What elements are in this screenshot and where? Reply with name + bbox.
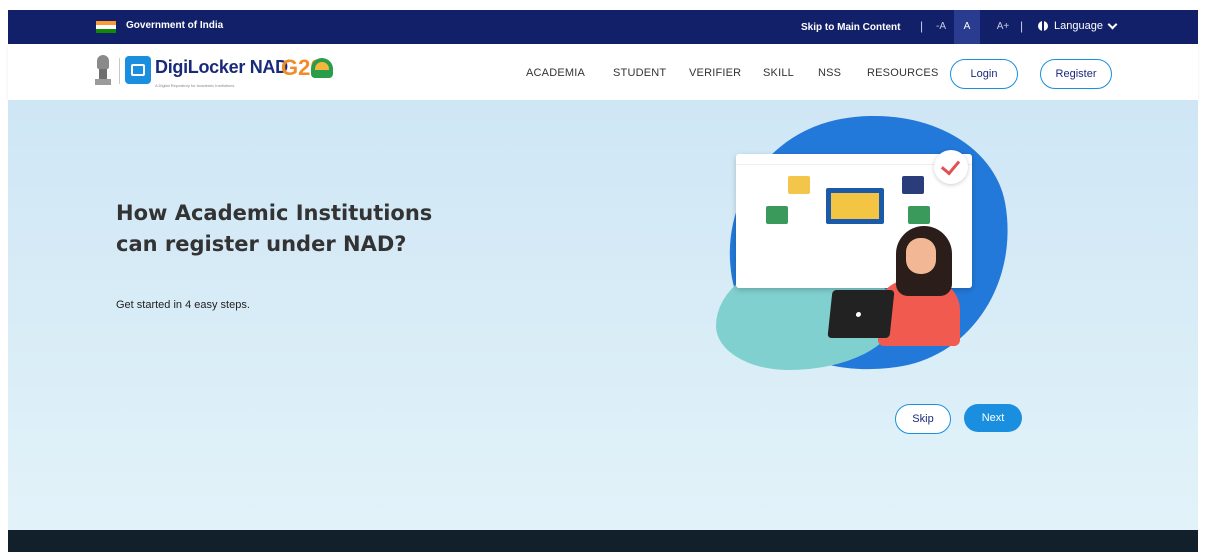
chevron-down-icon bbox=[1107, 19, 1118, 30]
avatar-card bbox=[908, 206, 930, 224]
g20-lotus-icon bbox=[311, 58, 333, 78]
divider: | bbox=[920, 19, 924, 33]
language-selector[interactable]: Language bbox=[1038, 19, 1118, 32]
national-emblem-icon bbox=[94, 55, 112, 87]
government-label: Government of India bbox=[126, 20, 224, 31]
font-decrease-button[interactable]: -A bbox=[930, 10, 952, 44]
avatar-card bbox=[766, 206, 788, 224]
person-face-graphic bbox=[906, 238, 936, 274]
hero-subtitle: Get started in 4 easy steps. bbox=[116, 299, 250, 311]
nav-item-verifier[interactable]: VERIFIER bbox=[689, 67, 741, 79]
font-normal-button[interactable]: A bbox=[954, 10, 980, 44]
skip-to-main-content-link[interactable]: Skip to Main Content bbox=[801, 22, 900, 33]
globe-icon bbox=[1038, 21, 1048, 31]
font-increase-button[interactable]: A+ bbox=[992, 10, 1014, 44]
brand-tagline: A Digital Repository for Academic Instit… bbox=[155, 83, 235, 88]
checkmark-icon bbox=[934, 150, 968, 184]
digilocker-logo-icon[interactable] bbox=[125, 56, 151, 84]
india-flag-icon bbox=[96, 21, 116, 33]
skip-button[interactable]: Skip bbox=[895, 404, 951, 434]
nav-item-student[interactable]: STUDENT bbox=[613, 67, 666, 79]
main-header: DigiLocker NAD G20 A Digital Repository … bbox=[8, 44, 1198, 100]
hero-section: How Academic Institutions can register u… bbox=[8, 93, 1198, 530]
hero-title: How Academic Institutions can register u… bbox=[116, 201, 433, 256]
nav-item-academia[interactable]: ACADEMIA bbox=[526, 67, 585, 79]
register-button[interactable]: Register bbox=[1040, 59, 1112, 89]
nav-item-skill[interactable]: SKILL bbox=[763, 67, 794, 79]
registration-illustration bbox=[706, 93, 1030, 393]
next-button[interactable]: Next bbox=[964, 404, 1022, 432]
avatar-card bbox=[902, 176, 924, 194]
nav-item-nss[interactable]: NSS bbox=[818, 67, 841, 79]
logo-divider bbox=[119, 58, 120, 84]
nav-item-resources[interactable]: RESOURCES bbox=[867, 67, 938, 79]
footer bbox=[8, 530, 1198, 552]
laptop-icon bbox=[827, 290, 895, 338]
divider: | bbox=[1020, 19, 1024, 33]
avatar-card bbox=[788, 176, 810, 194]
laptop-graphic bbox=[826, 188, 884, 224]
login-button[interactable]: Login bbox=[950, 59, 1018, 89]
brand-name[interactable]: DigiLocker NAD bbox=[155, 57, 288, 78]
government-bar: Government of India Skip to Main Content… bbox=[8, 10, 1198, 44]
language-label: Language bbox=[1054, 20, 1103, 32]
